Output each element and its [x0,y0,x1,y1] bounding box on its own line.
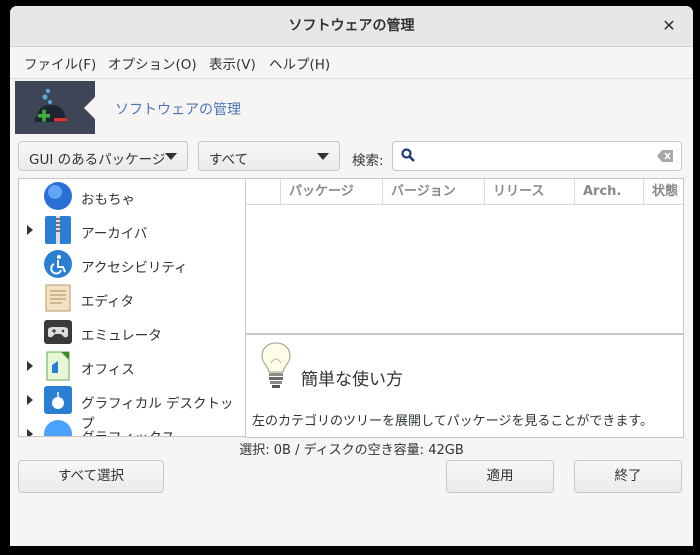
search-icon [401,148,415,162]
main-window: ソフトウェアの管理 ✕ ファイル(F) オプション(O) 表示(V) ヘルプ(H… [10,6,693,546]
menu-file[interactable]: ファイル(F) [24,54,96,76]
description-title: 簡単な使い方 [301,370,403,390]
menu-separator [10,78,693,79]
office-icon [46,351,70,381]
chevron-down-icon [165,153,177,160]
graphics-icon [44,420,72,436]
accessibility-icon [44,250,72,278]
menu-options[interactable]: オプション(O) [108,54,197,76]
quit-button[interactable]: 終了 [574,460,682,493]
category-label: エミュレータ [81,328,162,344]
category-label: オフィス [81,362,135,378]
column-arch[interactable]: Arch. [574,179,643,204]
menu-bar: ファイル(F) オプション(O) 表示(V) ヘルプ(H) [10,54,693,76]
category-item[interactable]: エミュレータ [19,315,245,349]
apply-button[interactable]: 適用 [446,460,554,493]
search-input[interactable] [392,141,682,171]
editor-icon [45,284,71,312]
select-all-button[interactable]: すべて選択 [18,460,164,493]
status-bar: 選択: 0B / ディスクの空き容量: 42GB [239,443,464,458]
category-item[interactable]: オフィス [19,349,245,383]
column-release[interactable]: リリース [484,179,574,204]
scope-dropdown[interactable]: すべて [198,141,340,171]
menu-view[interactable]: 表示(V) [209,54,256,76]
chevron-down-icon [317,153,329,160]
category-item[interactable]: グラフィックス [19,417,245,436]
expand-arrow-icon[interactable] [27,361,33,371]
software-manager-icon [15,81,95,134]
category-item[interactable]: グラフィカル デスクトップ [19,383,245,432]
category-item[interactable]: アクセシビリティ [19,247,245,281]
column-version[interactable]: バージョン [382,179,484,204]
expand-arrow-icon[interactable] [27,429,33,436]
clear-icon[interactable] [657,150,673,162]
window-title: ソフトウェアの管理 [288,18,415,34]
package-type-dropdown[interactable]: GUI のあるパッケージ [18,141,188,171]
banner-title: ソフトウェアの管理 [115,102,241,118]
toys-icon [44,182,72,210]
package-list[interactable]: パッケージ バージョン リリース Arch. 状態 [245,178,684,335]
column-checkbox[interactable] [246,179,280,204]
category-item[interactable]: エディタ [19,281,245,315]
description-panel: 簡単な使い方 左のカテゴリのツリーを展開してパッケージを見ることができます。 [245,333,684,438]
archiver-icon [45,216,71,244]
column-status[interactable]: 状態 [643,179,683,204]
category-item[interactable]: アーカイバ [19,213,245,247]
package-list-header: パッケージ バージョン リリース Arch. 状態 [246,179,683,205]
menu-help[interactable]: ヘルプ(H) [269,54,330,76]
category-item[interactable]: おもちゃ [19,179,245,213]
category-label: エディタ [81,294,135,310]
column-package[interactable]: パッケージ [280,179,382,204]
expand-arrow-icon[interactable] [27,225,33,235]
search-label: 検索: [352,153,384,169]
category-label: グラフィックス [81,426,175,436]
category-label: アクセシビリティ [81,260,188,276]
description-text: 左のカテゴリのツリーを展開してパッケージを見ることができます。 [252,414,654,429]
category-tree[interactable]: おもちゃ アーカイバ アクセシビリティ エディタ エミュレータ オフィス グラフ… [18,178,246,437]
category-label: おもちゃ [81,192,135,208]
title-bar: ソフトウェアの管理 ✕ [10,6,693,47]
banner-pointer [84,97,95,119]
expand-arrow-icon[interactable] [27,395,33,405]
emulator-icon [44,320,72,344]
lightbulb-icon [261,342,291,388]
scope-value: すべて [209,152,249,168]
close-icon[interactable]: ✕ [659,16,679,36]
package-type-value: GUI のあるパッケージ [29,152,166,168]
category-label: アーカイバ [81,226,148,242]
desktop-icon [44,386,72,414]
